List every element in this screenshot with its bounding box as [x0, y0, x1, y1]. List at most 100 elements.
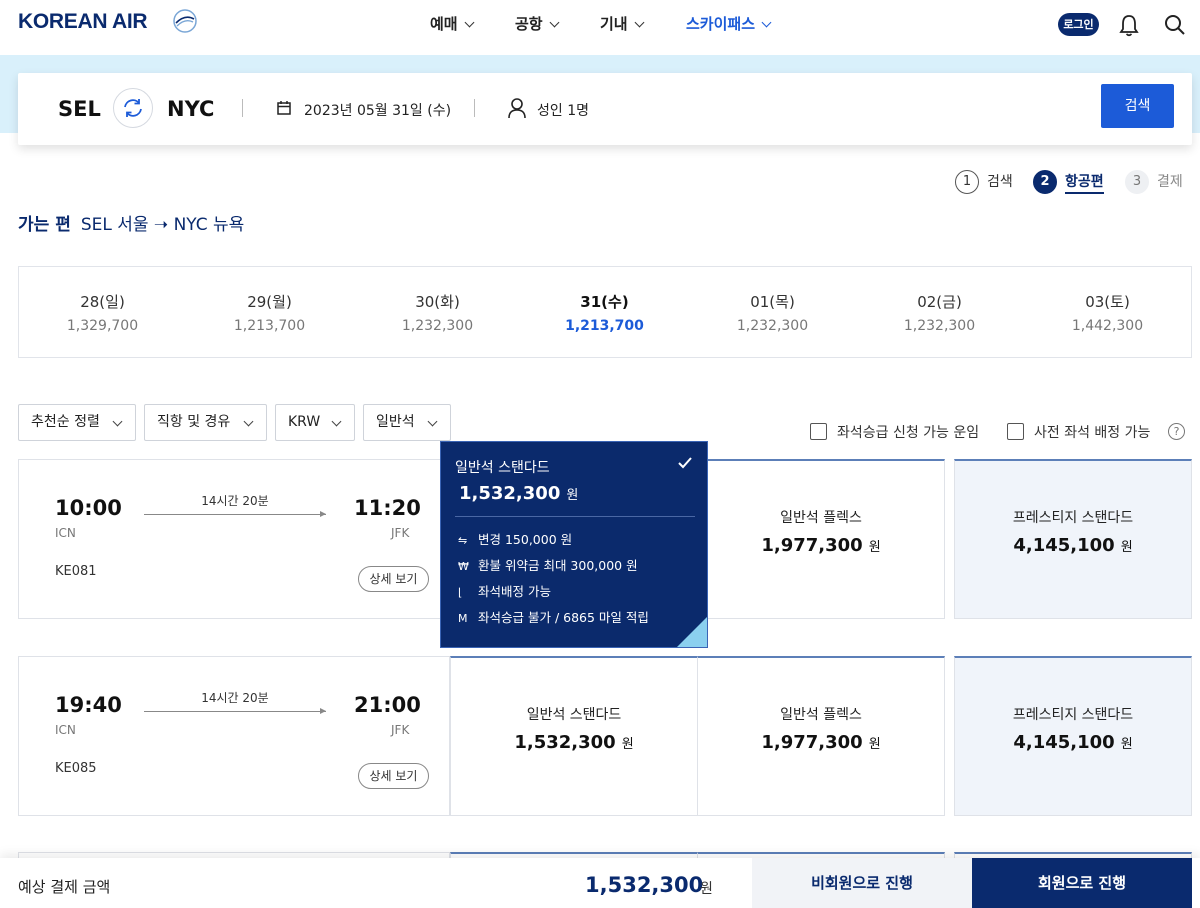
member-checkout-button[interactable]: 회원으로 진행: [972, 858, 1192, 908]
search-button[interactable]: 검색: [1101, 84, 1174, 128]
divider: [474, 99, 475, 117]
departure-time: 10:00: [55, 496, 122, 520]
divider: [455, 516, 695, 517]
fare-prestige-standard[interactable]: 프레스티지 스탠다드 4,145,100 원: [954, 656, 1192, 816]
date-day: 02(금): [917, 293, 962, 311]
route-arrow: [144, 708, 326, 714]
checkout-bar: 예상 결제 금액 1,532,300 원 비회원으로 진행 회원으로 진행: [0, 858, 1200, 908]
sort-label: 추천순 정렬: [31, 414, 100, 430]
stops-label: 직항 및 경유: [157, 414, 231, 430]
step-number: 2: [1033, 170, 1057, 194]
seat-icon: ⌊: [458, 586, 463, 599]
date-day: 30(화): [415, 293, 460, 311]
nav-airport[interactable]: 공항: [515, 13, 560, 34]
flight-number: KE081: [55, 564, 97, 579]
fare-economy-standard[interactable]: 일반석 스탠다드 1,532,300 원: [450, 656, 698, 816]
date-day: 03(토): [1085, 293, 1130, 311]
chevron-down-icon: [549, 17, 560, 28]
seat-assign-checkbox[interactable]: 사전 좌석 배정 가능: [1007, 422, 1150, 442]
korean-air-logo[interactable]: KOREAN AIR: [18, 10, 148, 34]
checkbox-box[interactable]: [1007, 423, 1024, 440]
condition-text: 환불 위약금 최대 300,000 원: [478, 558, 638, 573]
date-option[interactable]: 29(월) 1,213,700: [186, 267, 353, 359]
nav-inflight-label: 기내: [600, 15, 628, 33]
selected-fare-card[interactable]: 일반석 스탠다드 1,532,300 원 ⇋ 변경 150,000 원 ₩ 환불 위약…: [440, 441, 708, 648]
fare-price-wrap: 1,977,300 원: [698, 535, 944, 556]
nav-booking[interactable]: 예매: [430, 13, 475, 34]
change-icon: ⇋: [458, 534, 468, 547]
swap-icon: [124, 99, 142, 117]
swap-route-button[interactable]: [113, 88, 153, 128]
departure-time: 19:40: [55, 693, 122, 717]
check-icon: [678, 457, 692, 469]
passenger-count[interactable]: 성인 1명: [537, 100, 589, 120]
fare-price: 1,532,300: [514, 732, 616, 753]
date-option[interactable]: 03(토) 1,442,300: [1024, 267, 1191, 359]
condition-text: 좌석배정 가능: [478, 584, 551, 599]
chevron-down-icon: [243, 416, 254, 427]
nav-inflight[interactable]: 기내: [600, 13, 645, 34]
fare-economy-flex[interactable]: 일반석 플렉스 1,977,300 원: [697, 656, 945, 816]
chevron-down-icon: [112, 416, 123, 427]
nav-skypass[interactable]: 스카이패스: [686, 13, 772, 34]
divider: [242, 99, 243, 117]
fare-price: 1,532,300: [459, 483, 561, 504]
fare-price: 4,145,100: [1013, 732, 1115, 753]
upgrade-fare-checkbox[interactable]: 좌석승급 신청 가능 운임: [810, 422, 979, 442]
arrival-airport: JFK: [391, 723, 410, 737]
date-price: 1,232,300: [903, 318, 976, 334]
condition-text: 좌석승급 불가 / 6865 마일 적립: [478, 610, 649, 625]
condition-text: 변경 150,000 원: [478, 532, 573, 547]
cabin-dropdown[interactable]: 일반석: [363, 404, 451, 441]
date-price: 1,232,300: [736, 318, 809, 334]
date-price: 1,213,700: [233, 318, 306, 334]
cabin-label: 일반석: [376, 414, 415, 430]
date-day: 28(일): [80, 293, 125, 311]
fare-condition-seat: ⌊ 좌석배정 가능: [458, 581, 551, 600]
fare-prestige-standard[interactable]: 프레스티지 스탠다드 4,145,100 원: [954, 459, 1192, 619]
checkbox-label: 좌석승급 신청 가능 운임: [837, 425, 980, 441]
estimated-total-label: 예상 결제 금액: [18, 878, 111, 896]
chevron-down-icon: [464, 17, 475, 28]
fare-name: 일반석 플렉스: [780, 510, 862, 526]
detail-button[interactable]: 상세 보기: [358, 763, 429, 789]
login-button[interactable]: 로그인: [1058, 13, 1099, 36]
fare-price-wrap: 4,145,100 원: [955, 535, 1191, 556]
fare-price-wrap: 1,532,300 원: [451, 732, 697, 753]
currency-dropdown[interactable]: KRW: [275, 404, 355, 441]
chevron-down-icon: [427, 416, 438, 427]
fare-name: 프레스티지 스탠다드: [1012, 510, 1134, 526]
bell-icon[interactable]: [1118, 13, 1140, 37]
guest-checkout-button[interactable]: 비회원으로 진행: [752, 858, 972, 908]
search-summary-bar: SEL NYC 2023년 05월 31일 (수) 성인 1명 검색: [18, 73, 1192, 145]
fare-name: 일반석 스탠다드: [455, 460, 550, 476]
stops-dropdown[interactable]: 직항 및 경유: [144, 404, 267, 441]
calendar-icon: [277, 101, 291, 115]
search-icon[interactable]: [1163, 13, 1187, 37]
taeguk-logo-icon: [173, 9, 197, 33]
help-icon[interactable]: ?: [1168, 423, 1185, 440]
sort-dropdown[interactable]: 추천순 정렬: [18, 404, 136, 441]
checkbox-box[interactable]: [810, 423, 827, 440]
step-number: 3: [1125, 170, 1149, 194]
flight-info: 10:00 14시간 20분 11:20 ICN JFK KE081 상세 보기: [18, 459, 450, 619]
arrival-airport: JFK: [391, 526, 410, 540]
fare-name: 프레스티지 스탠다드: [1012, 707, 1134, 723]
step-label: 검색: [987, 174, 1013, 190]
route-arrow: [144, 511, 326, 517]
date-option[interactable]: 01(목) 1,232,300: [689, 267, 856, 359]
origin-airport[interactable]: SEL: [58, 97, 101, 121]
detail-button[interactable]: 상세 보기: [358, 566, 429, 592]
currency-unit: 원: [868, 737, 881, 752]
departure-date[interactable]: 2023년 05월 31일 (수): [304, 100, 451, 120]
currency-unit: 원: [1120, 737, 1133, 752]
fare-economy-flex[interactable]: 일반석 플렉스 1,977,300 원: [697, 459, 945, 619]
date-option[interactable]: 30(화) 1,232,300: [354, 267, 521, 359]
date-price: 1,442,300: [1071, 318, 1144, 334]
date-option[interactable]: 28(일) 1,329,700: [19, 267, 186, 359]
fare-price: 1,977,300: [761, 535, 863, 556]
fare-condition-change: ⇋ 변경 150,000 원: [458, 529, 572, 548]
destination-airport[interactable]: NYC: [167, 97, 214, 121]
date-option-selected[interactable]: 31(수) 1,213,700: [521, 267, 688, 359]
date-option[interactable]: 02(금) 1,232,300: [856, 267, 1023, 359]
